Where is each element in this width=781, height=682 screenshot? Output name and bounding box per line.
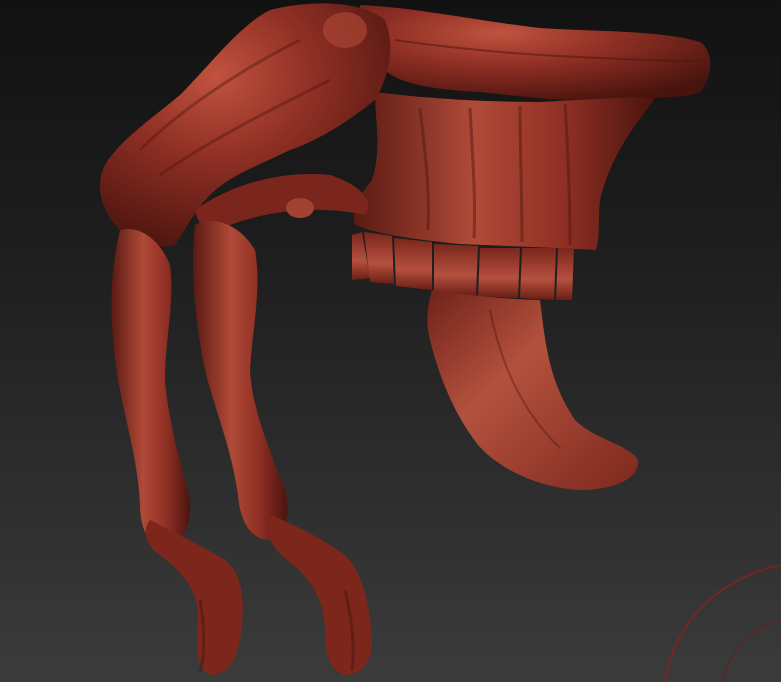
sculpt-viewport[interactable] xyxy=(0,0,781,682)
tongue xyxy=(427,290,639,490)
transpose-gizmo[interactable] xyxy=(664,564,781,682)
snout-slab xyxy=(360,5,711,101)
upper-jaw xyxy=(353,92,655,250)
sculpt-model xyxy=(100,3,781,682)
